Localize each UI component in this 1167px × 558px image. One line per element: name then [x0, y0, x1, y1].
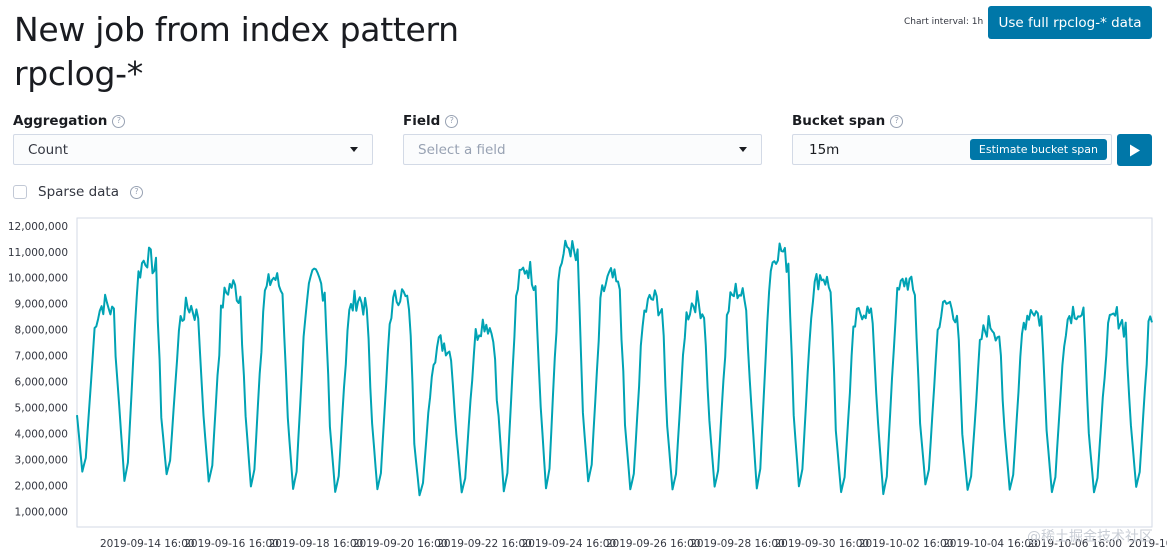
question-icon[interactable]: ?	[112, 114, 126, 128]
y-tick-label: 6,000,000	[15, 377, 68, 389]
page-title: New job from index pattern rpclog-*	[14, 10, 459, 93]
plot-area	[76, 217, 1153, 528]
y-tick-label: 9,000,000	[15, 299, 68, 311]
y-tick-label: 5,000,000	[15, 403, 68, 415]
x-tick-label: 2019-09-26 16:00	[606, 538, 701, 550]
sparse-data-checkbox[interactable]	[13, 185, 27, 199]
sparse-data-label: Sparse data	[38, 184, 119, 200]
estimate-bucket-span-button[interactable]: Estimate bucket span	[969, 139, 1107, 160]
play-icon	[1129, 144, 1140, 156]
question-icon[interactable]: ?	[445, 114, 459, 128]
question-icon[interactable]: ?	[130, 185, 143, 199]
bucket-span-label: Bucket span ?	[792, 113, 904, 129]
y-tick-label: 7,000,000	[15, 351, 68, 363]
chevron-down-icon	[739, 147, 747, 152]
x-tick-label: 2019-09-18 16:00	[269, 538, 364, 550]
watermark: @稀土掘金技术社区	[1027, 529, 1153, 545]
x-tick-label: 2019-09-20 16:00	[353, 538, 448, 550]
y-tick-label: 4,000,000	[15, 429, 68, 441]
field-label: Field ?	[403, 113, 459, 129]
x-tick-label: 2019-09-30 16:00	[774, 538, 869, 550]
question-icon[interactable]: ?	[890, 114, 904, 128]
chart-interval-label: Chart interval: 1h	[904, 17, 984, 27]
x-tick-label: 2019-10-02 16:00	[859, 538, 954, 550]
field-select[interactable]: Select a field	[403, 134, 762, 165]
y-tick-label: 1,000,000	[15, 506, 68, 518]
bucket-span-label-text: Bucket span	[792, 113, 886, 129]
field-label-text: Field	[403, 113, 441, 129]
field-placeholder: Select a field	[418, 141, 506, 158]
y-tick-label: 8,000,000	[15, 325, 68, 337]
y-tick-label: 3,000,000	[15, 454, 68, 466]
y-tick-label: 10,000,000	[8, 273, 68, 285]
sparse-data-option: Sparse data ?	[13, 184, 143, 200]
aggregation-select[interactable]: Count	[13, 134, 373, 165]
x-tick-label: 2019-09-14 16:00	[100, 538, 195, 550]
aggregation-value: Count	[28, 141, 69, 158]
x-tick-label: 2019-09-28 16:00	[690, 538, 785, 550]
chevron-down-icon	[350, 147, 358, 152]
x-tick-label: 2019-10-04 16:00	[943, 538, 1038, 550]
y-tick-label: 12,000,000	[8, 221, 68, 233]
aggregation-label: Aggregation ?	[13, 113, 126, 129]
bucket-span-value: 15m	[809, 141, 840, 158]
event-rate-chart: 1,000,000 2,000,000 3,000,000 4,000,000 5,00…	[8, 217, 1167, 550]
x-tick-label: 2019-09-16 16:00	[184, 538, 279, 550]
series-line	[76, 239, 1153, 497]
aggregation-label-text: Aggregation	[13, 113, 108, 129]
use-full-data-button[interactable]: Use full rpclog-* data	[988, 6, 1152, 39]
y-tick-label: 2,000,000	[15, 480, 68, 492]
bucket-span-input[interactable]: 15m Estimate bucket span	[792, 134, 1112, 165]
x-tick-label: 2019-09-24 16:00	[522, 538, 617, 550]
y-tick-label: 11,000,000	[8, 247, 68, 259]
x-tick-label: 2019-09-22 16:00	[437, 538, 532, 550]
run-button[interactable]	[1117, 134, 1152, 166]
